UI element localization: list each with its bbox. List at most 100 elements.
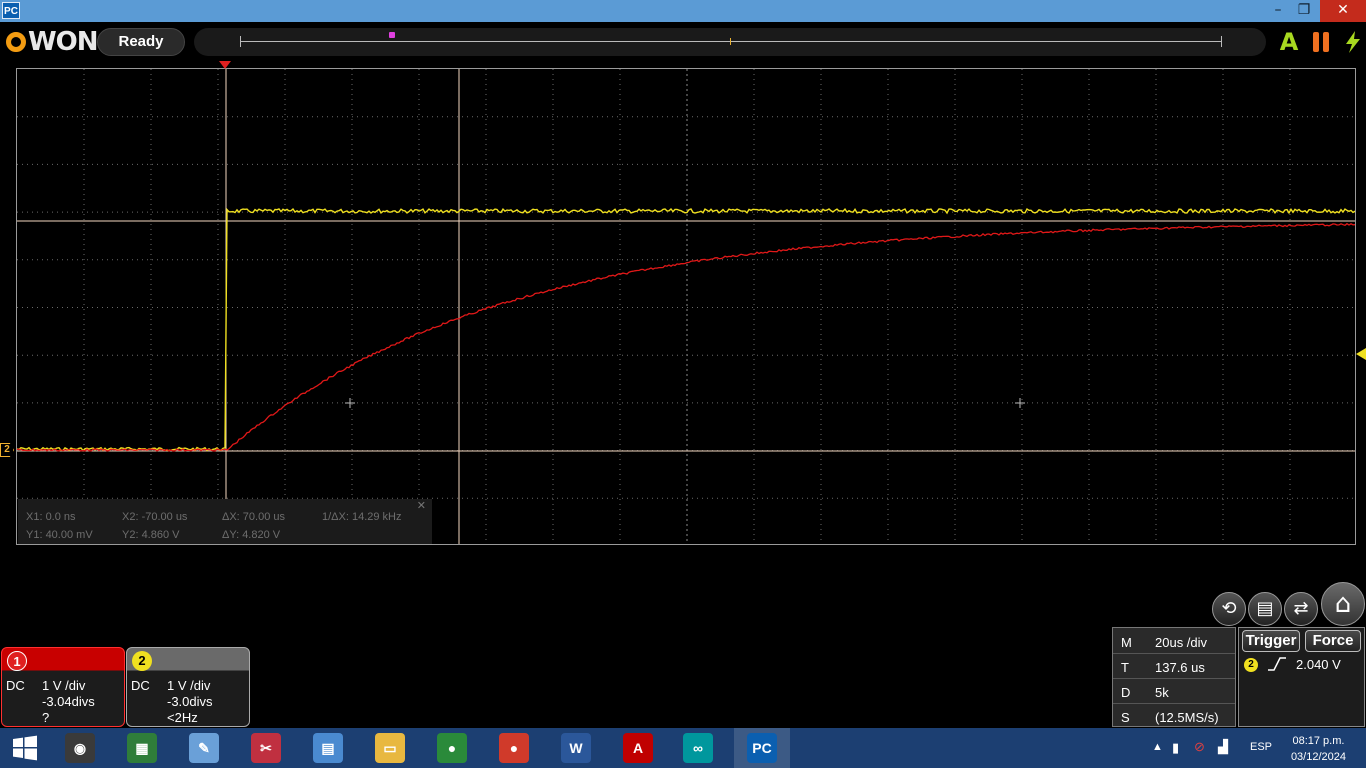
- arduino-icon: ∞: [683, 733, 713, 763]
- force-button[interactable]: Force: [1305, 630, 1361, 652]
- info-key: D: [1121, 685, 1131, 700]
- taskbar-app-file-explorer[interactable]: ▭: [362, 728, 418, 768]
- info-row-t[interactable]: T 137.6 us: [1113, 655, 1235, 679]
- word-icon: W: [561, 733, 591, 763]
- lightning-icon[interactable]: [1340, 28, 1366, 56]
- owon-logo: WON: [6, 27, 99, 57]
- home-reset-icon[interactable]: ⟲: [1212, 592, 1246, 626]
- taskbar-app-acrobat[interactable]: A: [610, 728, 666, 768]
- home-icon[interactable]: ⌂: [1321, 582, 1365, 626]
- cursor-inv-dx: 1/ΔX: 14.29 kHz: [322, 511, 402, 523]
- file-explorer-icon: ▭: [375, 733, 405, 763]
- taskbar-app-chrome-profile[interactable]: ●: [486, 728, 542, 768]
- start-button[interactable]: [0, 728, 50, 768]
- app-icon: PC: [2, 2, 20, 19]
- network-icon[interactable]: ▟: [1218, 739, 1228, 755]
- taskbar-app-control-panel[interactable]: ▤: [300, 728, 356, 768]
- calculator-icon: ▦: [127, 733, 157, 763]
- taskbar-app-owon-pc[interactable]: PC: [734, 728, 790, 768]
- channel-2-frequency: <2Hz: [167, 710, 198, 725]
- owon-pc-icon: PC: [747, 733, 777, 763]
- save-icon[interactable]: ▤: [1248, 592, 1282, 626]
- trigger-button[interactable]: Trigger: [1242, 630, 1300, 652]
- taskbar-app-arduino[interactable]: ∞: [670, 728, 726, 768]
- info-key: S: [1121, 710, 1130, 725]
- restore-button[interactable]: ❐: [1288, 0, 1320, 22]
- waveform-display: [17, 69, 1355, 544]
- toolbar: WON Ready A: [0, 22, 1366, 62]
- info-row-d[interactable]: D 5k: [1113, 680, 1235, 704]
- clock-date: 03/12/2024: [1290, 751, 1346, 763]
- cursor-dx: ΔX: 70.00 us: [222, 511, 285, 523]
- power-icon[interactable]: ▮: [1172, 740, 1179, 756]
- close-button[interactable]: ✕: [1320, 0, 1366, 22]
- system-tray: ▲ ▮ ⊘ ▟: [1148, 728, 1248, 768]
- channel-2-scale: 1 V /div: [167, 678, 211, 693]
- chrome-icon: ●: [437, 733, 467, 763]
- camera-icon: ◉: [65, 733, 95, 763]
- clock[interactable]: 08:17 p.m. 03/12/2024: [1291, 733, 1346, 765]
- status-badge: Ready: [97, 28, 185, 56]
- chrome-profile-icon: ●: [499, 733, 529, 763]
- timebar-center-tick: [730, 38, 731, 45]
- language-indicator[interactable]: ESP: [1250, 741, 1272, 757]
- cursor-x1: X1: 0.0 ns: [26, 511, 76, 523]
- logo-o-icon: [6, 32, 26, 52]
- windows-icon: [13, 735, 37, 761]
- waveform-screen[interactable]: X1: 0.0 ns X2: -70.00 us ΔX: 70.00 us 1/…: [16, 68, 1356, 545]
- time-position-bar[interactable]: [194, 28, 1266, 56]
- timebase-info-panel: M 20us /div T 137.6 us D 5k S (12.5MS/s): [1112, 627, 1236, 727]
- timebar-start-tick: [240, 36, 241, 47]
- info-row-m[interactable]: M 20us /div: [1113, 630, 1235, 654]
- notes-icon: ✎: [189, 733, 219, 763]
- trigger-position-arrow-icon[interactable]: [219, 61, 231, 69]
- timebar-line: [240, 41, 1222, 42]
- taskbar-app-snipping[interactable]: ✂: [238, 728, 294, 768]
- cursor-x2: X2: -70.00 us: [122, 511, 188, 523]
- channel-2-offset: -3.0divs: [167, 694, 213, 709]
- info-row-s[interactable]: S (12.5MS/s): [1113, 705, 1235, 729]
- taskbar-app-camera[interactable]: ◉: [52, 728, 108, 768]
- cursor-panel-close-icon[interactable]: ✕: [417, 499, 426, 512]
- cursor-y1: Y1: 40.00 mV: [26, 529, 93, 541]
- channel-2-coupling: DC: [131, 678, 150, 693]
- cursor-y2: Y2: 4.860 V: [122, 529, 180, 541]
- channel-1-frequency: ?: [42, 710, 50, 725]
- cursor-dy: ΔY: 4.820 V: [222, 529, 281, 541]
- tray-expand-icon[interactable]: ▲: [1152, 741, 1163, 753]
- clock-time: 08:17 p.m.: [1292, 735, 1345, 747]
- taskbar-app-word[interactable]: W: [548, 728, 604, 768]
- channel-1-badge: 1: [7, 651, 27, 671]
- pause-icon[interactable]: [1308, 28, 1334, 56]
- info-value: 137.6 us: [1155, 660, 1205, 675]
- channel-2-badge: 2: [132, 651, 152, 671]
- swap-window-icon[interactable]: ⇄: [1284, 592, 1318, 626]
- trigger-level-arrow-icon[interactable]: [1356, 348, 1366, 360]
- channel-1-box[interactable]: 1 DC 1 V /div -3.04divs ?: [1, 647, 125, 727]
- trigger-position-marker[interactable]: [389, 32, 395, 38]
- ch2-level-marker[interactable]: 2: [0, 443, 14, 457]
- app-root: PC – ❐ ✕ WON Ready A X1: 0.0 ns X2: -70.…: [0, 0, 1366, 768]
- taskbar: ◉ ▦ ✎ ✂ ▤ ▭ ● ● W A ∞ PC ▲ ▮ ⊘ ▟ ESP 08:17 p.m. 03/…: [0, 728, 1366, 768]
- taskbar-app-calculator[interactable]: ▦: [114, 728, 170, 768]
- taskbar-app-notes[interactable]: ✎: [176, 728, 232, 768]
- timebar-end-tick: [1221, 36, 1222, 47]
- channel-1-coupling: DC: [6, 678, 25, 693]
- logo-text: WON: [28, 27, 99, 57]
- channel-1-trace: [17, 222, 1355, 452]
- taskbar-app-chrome[interactable]: ●: [424, 728, 480, 768]
- rising-edge-icon[interactable]: [1267, 656, 1287, 672]
- channel-2-box[interactable]: 2 DC 1 V /div -3.0divs <2Hz: [126, 647, 250, 727]
- info-key: M: [1121, 635, 1132, 650]
- volume-muted-icon[interactable]: ⊘: [1194, 739, 1205, 755]
- control-panel-icon: ▤: [313, 733, 343, 763]
- channel-1-scale: 1 V /div: [42, 678, 86, 693]
- info-value: 5k: [1155, 685, 1169, 700]
- title-bar: PC – ❐ ✕: [0, 0, 1366, 22]
- snipping-icon: ✂: [251, 733, 281, 763]
- trigger-source-badge[interactable]: 2: [1244, 658, 1258, 672]
- info-value: (12.5MS/s): [1155, 710, 1219, 725]
- channel-1-offset: -3.04divs: [42, 694, 95, 709]
- auto-icon[interactable]: A: [1276, 28, 1302, 56]
- trigger-level-value: 2.040 V: [1296, 657, 1341, 672]
